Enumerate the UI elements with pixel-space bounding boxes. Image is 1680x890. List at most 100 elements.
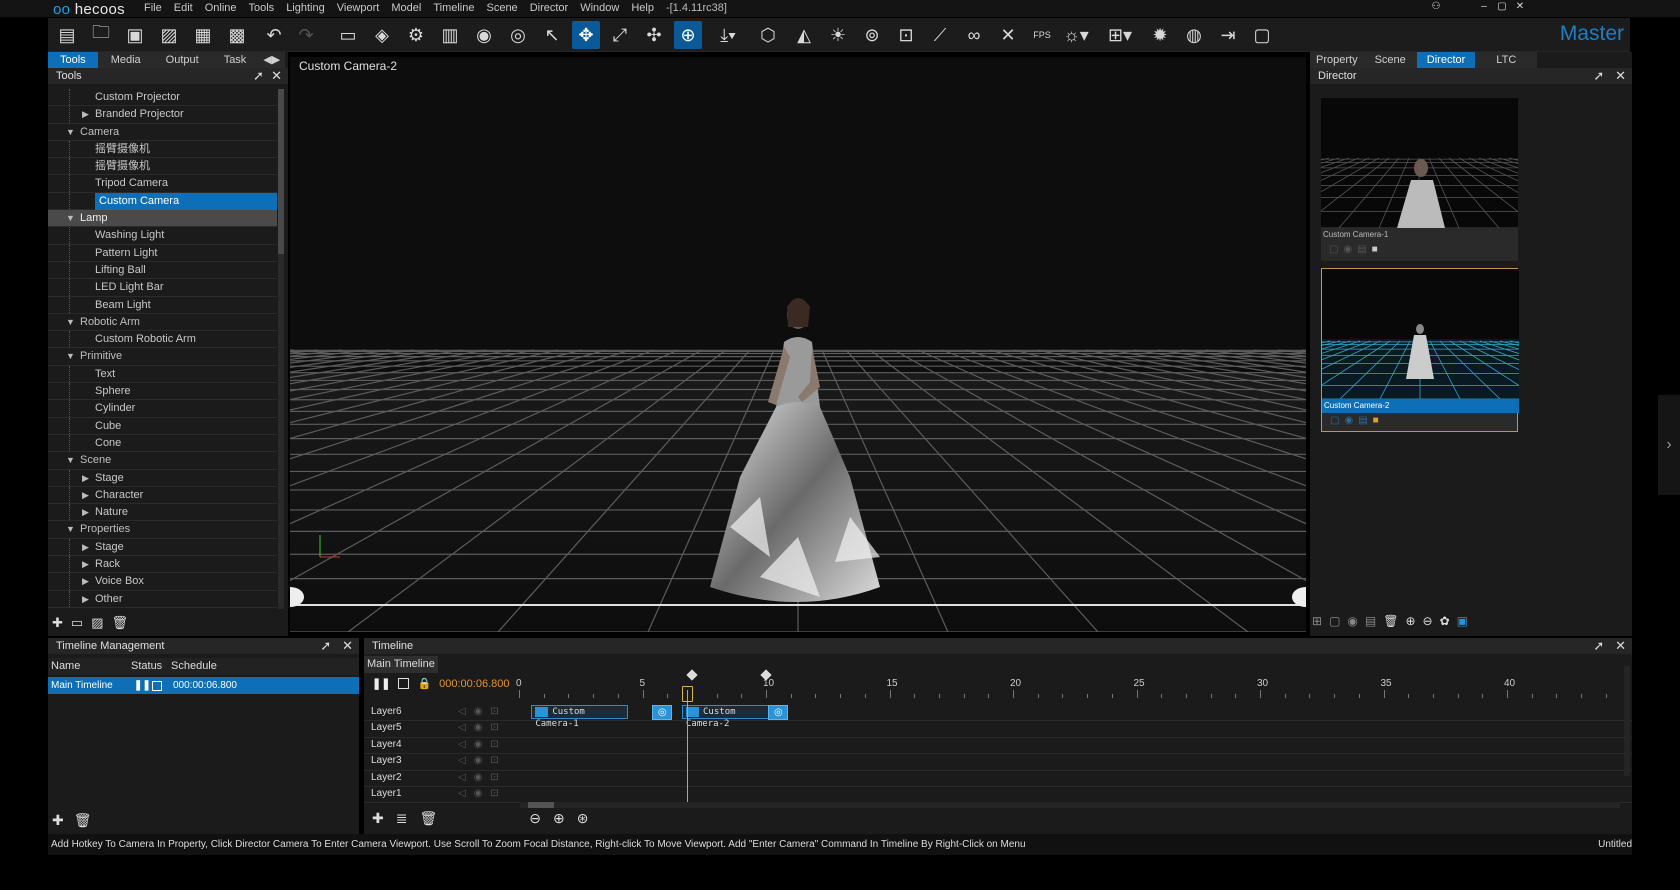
layer-row[interactable]: Layer1 ◁◉⊡ (364, 787, 1632, 804)
director-camera-card[interactable]: Custom Camera-1 ▢◉▤■ (1321, 98, 1518, 261)
select-icon[interactable]: ↖ (538, 21, 566, 49)
layout-grid-icon[interactable]: ⊞▾ (1106, 21, 1134, 49)
tab-property[interactable]: Property (1310, 52, 1365, 68)
column-name[interactable]: Name (48, 658, 128, 675)
redo-icon[interactable]: ↷ (292, 21, 320, 49)
media-icon[interactable]: ▩ (223, 21, 251, 49)
pin-icon[interactable]: ➚ (253, 68, 264, 83)
new-file-icon[interactable]: ▤ (53, 21, 81, 49)
layer-controls-icon[interactable]: ◁◉⊡ (458, 788, 507, 799)
tree-item[interactable]: Custom Camera (48, 192, 277, 211)
close-panel-icon[interactable]: ✕ (1615, 638, 1626, 653)
tab-task[interactable]: Task (211, 52, 260, 68)
expand-triangle-icon[interactable]: ▼ (66, 210, 75, 227)
layer-row[interactable]: Layer6 ◁◉⊡ Custom Camera-1 Custom Camera-2 ◎… (364, 705, 1632, 729)
grid-globe-icon[interactable]: ⊕ (674, 21, 702, 49)
add-icon[interactable]: ✚ (52, 812, 64, 829)
layer-controls-icon[interactable]: ◁◉⊡ (458, 772, 507, 783)
lock-icon[interactable]: 🔒 (417, 677, 431, 690)
menu-tools[interactable]: Tools (249, 2, 275, 14)
tree-item[interactable]: Pattern Light (48, 244, 277, 262)
fps-icon[interactable]: FPS (1028, 21, 1056, 49)
menu-help[interactable]: Help (631, 2, 654, 14)
light-icon[interactable]: ☀ (824, 21, 852, 49)
tree-item[interactable]: Washing Light (48, 227, 277, 245)
camera-clip[interactable]: Custom Camera-1 (531, 705, 628, 729)
timeline-hscrollbar[interactable] (520, 802, 1620, 808)
stop-icon[interactable] (152, 681, 162, 691)
menu-viewport[interactable]: Viewport (337, 2, 380, 14)
doc-icon[interactable]: ▤ (1358, 415, 1372, 426)
tree-category[interactable]: ▼ Primitive (48, 348, 277, 366)
tree-item[interactable]: Custom Robotic Arm (48, 331, 277, 349)
pin-icon[interactable]: ➚ (1593, 638, 1604, 653)
menu-model[interactable]: Model (391, 2, 421, 14)
playhead-handle[interactable] (681, 686, 693, 702)
collapse-arrow-icon[interactable]: › (1658, 395, 1680, 495)
menu-online[interactable]: Online (205, 2, 237, 14)
monitor-list-icon[interactable]: ▭ (334, 21, 362, 49)
tree-group[interactable]: ▶ Voice Box (48, 573, 277, 591)
pin-icon[interactable]: ➚ (320, 638, 331, 653)
camera-clip[interactable]: Custom Camera-2 (682, 705, 774, 729)
menu-file[interactable]: File (144, 2, 162, 14)
layer-controls-icon[interactable]: ◁◉⊡ (458, 755, 507, 766)
expand-triangle-icon[interactable]: ▶ (82, 591, 89, 608)
expand-triangle-icon[interactable]: ▼ (66, 314, 75, 331)
scrollbar-thumb[interactable] (528, 802, 554, 808)
lock-icon[interactable]: ▢ (1330, 415, 1344, 426)
trash-icon[interactable]: 🗑 (74, 812, 92, 829)
preview-icon[interactable]: ◍ (1180, 21, 1208, 49)
tree-item[interactable]: LED Light Bar (48, 279, 277, 297)
menu-scene[interactable]: Scene (486, 2, 517, 14)
lock-icon[interactable]: ▢ (1329, 614, 1340, 628)
projector-icon[interactable]: ⊚ (858, 21, 886, 49)
director-camera-card[interactable]: Custom Camera-2 ▢◉▤■ (1321, 268, 1519, 432)
column-status[interactable]: Status (128, 658, 168, 675)
tools-cross-icon[interactable]: ✕ (994, 21, 1022, 49)
layers-icon[interactable]: ▥ (436, 21, 464, 49)
move-icon[interactable]: ✥ (572, 21, 600, 49)
viewport[interactable]: Custom Camera-2 (290, 57, 1306, 632)
layer-row[interactable]: Layer5 ◁◉⊡ (364, 721, 1632, 738)
link-icon[interactable]: ∞ (960, 21, 988, 49)
tree-category[interactable]: ▼ Lamp (48, 210, 277, 228)
expand-triangle-icon[interactable]: ▼ (66, 348, 75, 365)
close-panel-icon[interactable]: ✕ (271, 68, 282, 83)
zoom-out-icon[interactable]: ⊖ (1423, 614, 1433, 628)
close-panel-icon[interactable]: ✕ (1615, 68, 1626, 83)
tree-group[interactable]: ▶ Rack (48, 556, 277, 574)
tree-group[interactable]: ▶ Stage (48, 469, 277, 487)
zoom-in-icon[interactable]: ⊕ (1405, 614, 1415, 628)
zoom-in-icon[interactable]: ⊕ (553, 810, 565, 827)
playhead[interactable] (686, 690, 688, 802)
tab-director[interactable]: Director (1416, 52, 1477, 68)
image-icon[interactable]: ▣ (1457, 614, 1468, 628)
tree-item[interactable]: Beam Light (48, 296, 277, 314)
zoom-reset-icon[interactable]: ⊛ (577, 810, 589, 827)
menu-edit[interactable]: Edit (174, 2, 193, 14)
tab-media[interactable]: Media (98, 52, 154, 68)
package-icon[interactable]: ▦ (189, 21, 217, 49)
monitor-icon[interactable]: ▭ (71, 615, 83, 631)
more-tabs-icon[interactable]: ◀▶ (259, 52, 286, 68)
settings-icon[interactable]: ✿ (1440, 614, 1450, 628)
menu-director[interactable]: Director (530, 2, 569, 14)
tree-item[interactable]: Lifting Ball (48, 261, 277, 280)
screen-icon[interactable]: ◭ (790, 21, 818, 49)
exit-icon[interactable]: ⇥ (1214, 21, 1242, 49)
expand-triangle-icon[interactable]: ▶ (82, 470, 89, 487)
tree-item[interactable]: Custom Projector (48, 89, 277, 107)
expand-triangle-icon[interactable]: ▶ (82, 504, 89, 521)
trash-icon[interactable]: 🗑 (419, 810, 437, 827)
add-icon[interactable]: ✚ (372, 810, 384, 827)
image-icon[interactable]: ▨ (91, 615, 103, 631)
layer-controls-icon[interactable]: ◁◉⊡ (458, 722, 507, 733)
scrollbar-thumb[interactable] (278, 89, 284, 254)
network-icon[interactable]: ⚙ (402, 21, 430, 49)
pin-icon[interactable]: ➚ (1593, 68, 1604, 83)
tree-item[interactable]: Sphere (48, 383, 277, 401)
enter-camera-cue-icon[interactable]: ◎ (768, 705, 789, 720)
tab-main-timeline[interactable]: Main Timeline (364, 656, 438, 673)
render-icon[interactable]: ◈ (368, 21, 396, 49)
